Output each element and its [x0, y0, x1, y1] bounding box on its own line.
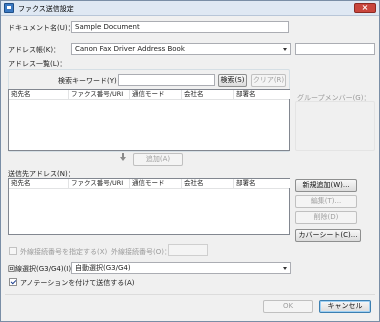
footer-separator	[5, 294, 375, 295]
dest-column-header-mode[interactable]: 通信モード	[130, 179, 182, 188]
line-select-dropdown[interactable]: 自動選択(G3/G4)	[71, 262, 291, 274]
outside-line-number-label: 外線接続番号(O)：	[111, 248, 171, 256]
column-header-mode[interactable]: 通信モード	[130, 90, 182, 99]
address-book-extra-field[interactable]	[295, 43, 375, 55]
column-header-department[interactable]: 部署名	[234, 90, 290, 99]
address-book-label: アドレス帳(K)：	[8, 46, 61, 54]
group-members-list	[295, 101, 375, 151]
column-header-company[interactable]: 会社名	[182, 90, 234, 99]
ok-button[interactable]: OK	[263, 300, 313, 313]
dest-column-header-company[interactable]: 会社名	[182, 179, 234, 188]
new-add-button[interactable]: 新規追加(W)...	[295, 179, 357, 192]
destinations-table[interactable]: 宛先名 ファクス番号/URI 通信モード 会社名 部署名	[8, 178, 290, 235]
header-divider	[9, 99, 289, 100]
annotation-checkbox[interactable]	[9, 278, 17, 286]
document-name-label: ドキュメント名(U)：	[8, 24, 75, 32]
line-select-value: 自動選択(G3/G4)	[75, 264, 131, 272]
annotation-label: アノテーションを付けて送信する(A)	[20, 279, 135, 287]
dropdown-arrow-icon	[283, 48, 287, 51]
dest-column-header-name[interactable]: 宛先名	[9, 179, 69, 188]
cover-sheet-button[interactable]: カバーシート(C)...	[295, 229, 361, 242]
column-header-fax-number[interactable]: ファクス番号/URI	[69, 90, 130, 99]
dest-column-header-department[interactable]: 部署名	[234, 179, 290, 188]
address-book-value: Canon Fax Driver Address Book	[75, 45, 185, 53]
down-arrow-icon	[120, 153, 126, 161]
search-keyword-label: 検索キーワード(Y)：	[58, 77, 124, 85]
title-bar: ファクス送信設定 ×	[1, 1, 379, 16]
line-select-arrow-icon	[283, 267, 287, 270]
document-name-input[interactable]: Sample Document	[71, 21, 289, 33]
address-book-select[interactable]: Canon Fax Driver Address Book	[71, 43, 291, 55]
search-keyword-input[interactable]	[118, 74, 215, 86]
address-list-table[interactable]: 宛先名 ファクス番号/URI 通信モード 会社名 部署名	[8, 89, 290, 151]
delete-button[interactable]: 削除(D)	[295, 211, 357, 224]
window-title: ファクス送信設定	[18, 5, 74, 13]
clear-button[interactable]: クリア(R)	[251, 74, 286, 87]
cancel-button[interactable]: キャンセル	[319, 300, 371, 313]
fax-app-icon	[4, 3, 14, 13]
line-select-label: 回線選択(G3/G4)(I)：	[8, 265, 79, 273]
dest-header-divider	[9, 188, 289, 189]
column-header-name[interactable]: 宛先名	[9, 90, 69, 99]
address-list-label: アドレス一覧(L)：	[8, 60, 67, 68]
outside-line-number-input[interactable]	[168, 244, 208, 256]
fax-settings-dialog: ファクス送信設定 × ドキュメント名(U)： Sample Document ア…	[0, 0, 380, 322]
search-button[interactable]: 検索(S)	[218, 74, 247, 87]
add-button[interactable]: 追加(A)	[133, 153, 183, 166]
outside-line-label: 外線接続番号を指定する(X)	[20, 248, 108, 256]
dest-column-header-fax-number[interactable]: ファクス番号/URI	[69, 179, 130, 188]
close-button[interactable]: ×	[354, 3, 376, 13]
outside-line-checkbox[interactable]	[9, 247, 17, 255]
edit-button[interactable]: 編集(T)...	[295, 195, 357, 208]
